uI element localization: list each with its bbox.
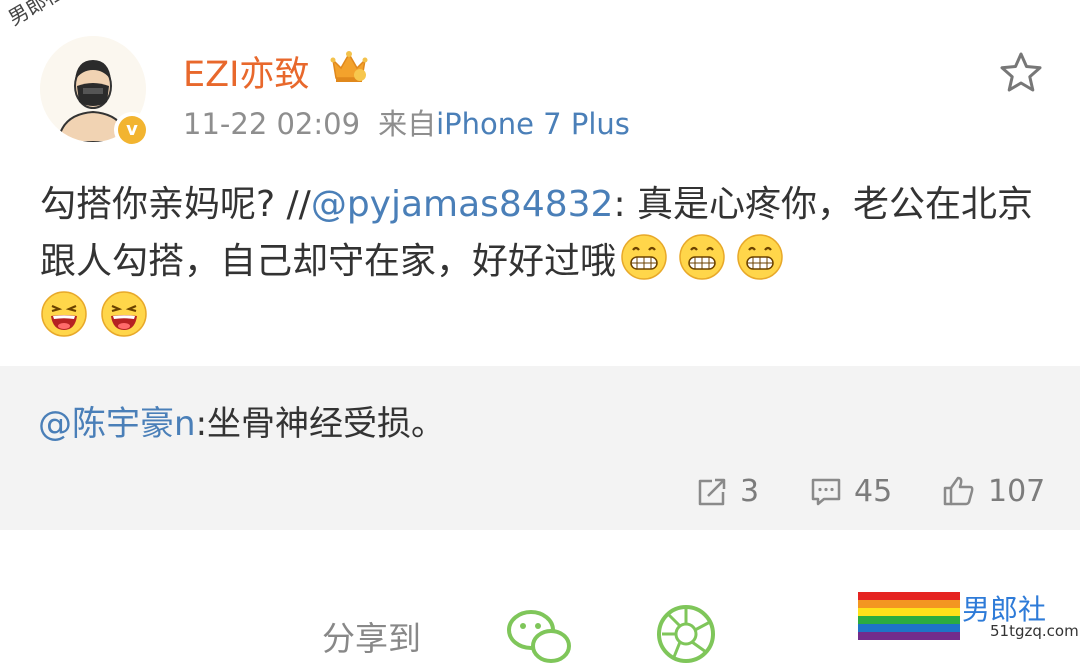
laugh-emoji	[41, 291, 87, 337]
share-label: 分享到	[322, 619, 421, 658]
like-icon	[943, 476, 974, 506]
like-button[interactable]: 107	[942, 474, 1045, 509]
moments-icon	[657, 605, 715, 663]
wechat-share-button[interactable]	[505, 606, 573, 666]
grin-emoji	[737, 234, 783, 280]
post-source-device[interactable]: iPhone 7 Plus	[436, 107, 630, 141]
wechat-icon	[507, 610, 571, 663]
verified-badge-icon: v	[118, 116, 146, 144]
post-timestamp: 11-22 02:09	[183, 107, 361, 141]
content-mention[interactable]: @pyjamas84832	[311, 184, 614, 225]
repost-count: 3	[740, 474, 760, 509]
vip-crown-icon	[330, 48, 368, 84]
username[interactable]: EZI亦致	[183, 46, 309, 97]
repost-mention[interactable]: @陈宇豪n	[38, 404, 196, 444]
comment-count: 45	[854, 474, 893, 509]
content-text-part1: 勾搭你亲妈呢? //	[40, 184, 311, 225]
watermark-top-left: 男郎社	[4, 0, 68, 31]
star-icon[interactable]	[998, 50, 1044, 96]
comment-icon	[811, 478, 841, 506]
grin-emoji	[621, 234, 667, 280]
post-content: 勾搭你亲妈呢? //@pyjamas84832: 真是心疼你，老公在北京跟人勾搭…	[40, 176, 1050, 347]
post-source-prefix: 来自	[378, 107, 437, 141]
repost-icon	[698, 478, 726, 506]
grin-emoji	[679, 234, 725, 280]
repost-body: :坐骨神经受损。	[195, 404, 446, 444]
repost-button[interactable]: 3	[696, 474, 759, 509]
laugh-emoji	[101, 291, 147, 337]
watermark-site-url: 51tgzq.com	[990, 622, 1079, 640]
post-meta: 11-22 02:09 来自iPhone 7 Plus	[183, 101, 630, 143]
verified-badge: v	[114, 112, 150, 148]
like-count: 107	[988, 474, 1046, 509]
comment-button[interactable]: 45	[810, 474, 892, 509]
repost-text: @陈宇豪n:坐骨神经受损。	[38, 396, 445, 445]
rainbow-flag-logo	[858, 592, 960, 640]
repost-box[interactable]	[0, 366, 1080, 530]
moments-share-button[interactable]	[656, 604, 716, 664]
